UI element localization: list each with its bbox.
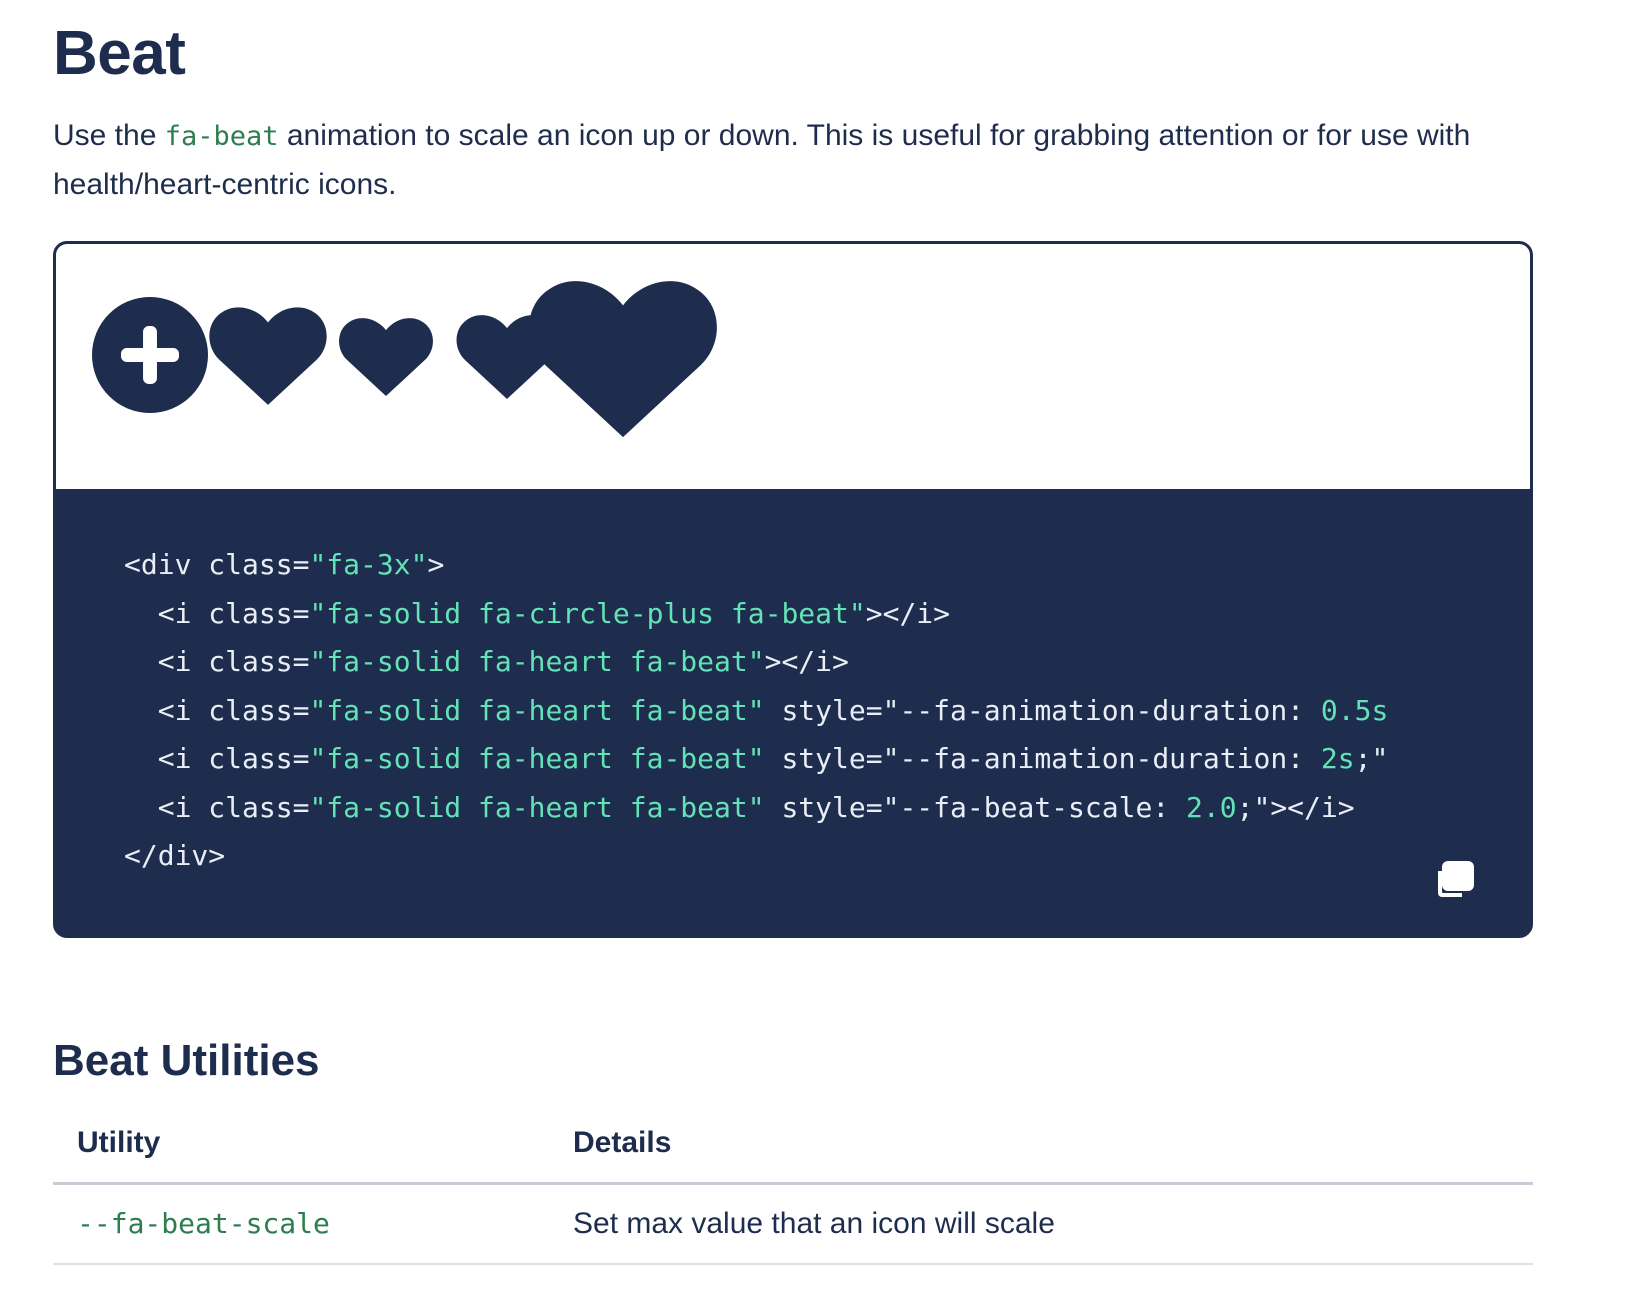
intro-text-start: Use the [53, 119, 165, 152]
code-string: 2s [1320, 742, 1355, 775]
page-title: Beat [53, 19, 186, 88]
column-header-utility: Utility [53, 1120, 549, 1185]
code-token: </div> [124, 839, 226, 872]
circle-plus-icon [92, 297, 208, 413]
code-line: <i class="fa-solid fa-heart fa-beat" sty… [124, 742, 1389, 775]
code-string: 0.5s [1320, 693, 1389, 727]
code-token: style="--fa-beat-scale: [764, 790, 1187, 824]
code-line: <i class="fa-solid fa-heart fa-beat" sty… [124, 791, 1355, 824]
copy-button[interactable] [1434, 857, 1478, 901]
code-string: "fa-solid fa-heart fa-beat" [309, 742, 765, 775]
code-line: <i class="fa-solid fa-heart fa-beat"></i… [124, 645, 849, 678]
icon-preview [56, 244, 1530, 489]
code-line: <i class="fa-solid fa-circle-plus fa-bea… [124, 597, 950, 630]
code-string: "fa-solid fa-circle-plus fa-beat" [309, 596, 866, 630]
code-token: ;"></i> [1236, 790, 1355, 824]
intro-text: Use the fa-beat animation to scale an ic… [53, 112, 1533, 209]
code-block: <div class="fa-3x"> <i class="fa-solid f… [56, 489, 1530, 935]
table-row: --fa-beat-scale Set max value that an ic… [53, 1183, 1533, 1265]
example-block: <div class="fa-3x"> <i class="fa-solid f… [53, 241, 1533, 938]
code-string: "fa-solid fa-heart fa-beat" [309, 645, 765, 678]
heart-icon [529, 281, 717, 438]
code-string: "fa-solid fa-heart fa-beat" [309, 790, 765, 824]
code-token: <i class= [124, 742, 310, 775]
inline-code-fa-beat: fa-beat [164, 121, 279, 152]
code-token: <i class= [124, 645, 310, 678]
table-header-row: Utility Details [53, 1120, 1533, 1185]
code-snippet: <div class="fa-3x"> <i class="fa-solid f… [124, 541, 1388, 881]
code-token: <div class= [124, 548, 310, 581]
details-cell: Set max value that an icon will scale [549, 1183, 1533, 1265]
heart-icon [209, 307, 327, 405]
code-string: 2.0 [1186, 790, 1237, 824]
code-line: </div> [124, 839, 225, 872]
code-token: <i class= [124, 790, 310, 824]
utility-code: --fa-beat-scale [77, 1207, 330, 1240]
code-line: <i class="fa-solid fa-heart fa-beat" sty… [124, 693, 1389, 727]
code-token: ></i> [865, 596, 951, 630]
code-string: "fa-solid fa-heart fa-beat" [309, 693, 765, 727]
utility-cell: --fa-beat-scale [53, 1183, 549, 1265]
column-header-details: Details [549, 1120, 1533, 1185]
code-token: ;" [1354, 742, 1389, 775]
heart-icon [339, 318, 433, 397]
code-token: <i class= [124, 596, 310, 630]
code-string: "fa-3x" [309, 548, 428, 581]
code-token: style="--fa-animation-duration: [764, 742, 1321, 775]
code-token: ></i> [764, 645, 849, 678]
copy-icon [1438, 861, 1474, 897]
code-token: <i class= [124, 693, 310, 727]
code-token: > [427, 548, 445, 581]
section-title-beat-utilities: Beat Utilities [53, 1036, 320, 1085]
code-token: style="--fa-animation-duration: [764, 693, 1321, 727]
utilities-table: Utility Details --fa-beat-scale Set max … [53, 1120, 1533, 1265]
code-line: <div class="fa-3x"> [124, 548, 444, 581]
